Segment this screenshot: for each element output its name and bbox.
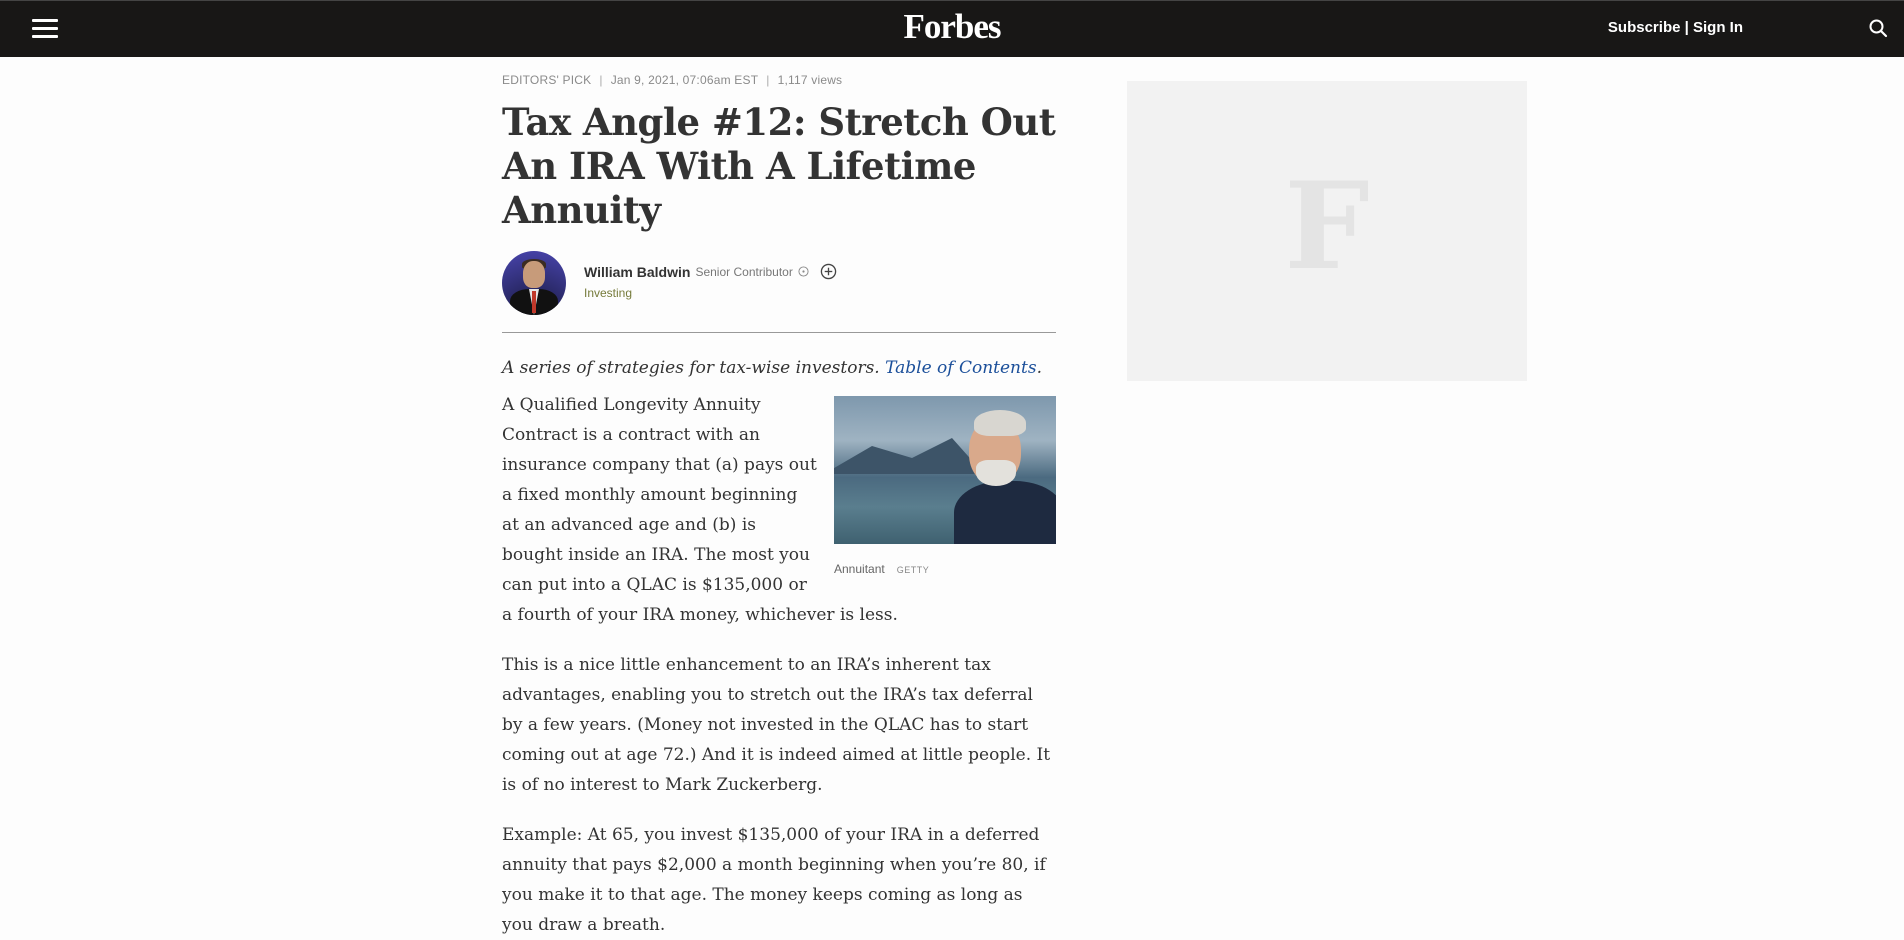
editors-pick-badge[interactable]: EDITORS' PICK	[502, 73, 591, 87]
subscribe-link[interactable]: Subscribe	[1608, 19, 1681, 36]
table-of-contents-link[interactable]: Table of Contents	[885, 358, 1036, 378]
logo-text[interactable]: Forbes	[903, 7, 1001, 46]
view-count: 1,117 views	[777, 73, 843, 87]
author-role: Senior Contributor	[695, 264, 793, 279]
ad-placeholder-logo: F	[1284, 155, 1370, 297]
article: EDITORS' PICK | Jan 9, 2021, 07:06am EST…	[502, 57, 1056, 940]
caption-text: Annuitant	[834, 562, 885, 576]
meta-separator: |	[599, 73, 603, 87]
top-navigation-bar: Forbes Subscribe | Sign In	[0, 0, 1904, 57]
advertisement-placeholder[interactable]: F	[1127, 81, 1527, 381]
sign-in-link[interactable]: Sign In	[1693, 19, 1743, 36]
annuitant-photo[interactable]	[834, 396, 1056, 544]
article-meta: EDITORS' PICK | Jan 9, 2021, 07:06am EST…	[502, 73, 1056, 87]
paragraph: This is a nice little enhancement to an …	[502, 655, 1051, 795]
info-icon[interactable]	[798, 266, 809, 277]
intro-end: .	[1036, 358, 1042, 378]
article-title: Tax Angle #12: Stretch Out An IRA With A…	[502, 100, 1056, 232]
author-byline: William Baldwin Senior Contributor Inves…	[502, 251, 1056, 317]
menu-icon[interactable]	[32, 19, 58, 39]
meta-separator: |	[766, 73, 770, 87]
figure-caption: Annuitant GETTY	[834, 554, 1056, 585]
author-info: William Baldwin Senior Contributor Inves…	[584, 263, 837, 300]
article-figure: Annuitant GETTY	[834, 396, 1056, 585]
search-icon[interactable]	[1868, 18, 1888, 38]
account-separator: |	[1684, 19, 1689, 36]
account-links: Subscribe | Sign In	[1608, 19, 1743, 36]
first-paragraph-block: Annuitant GETTY A Qualified Longevity An…	[502, 390, 1056, 630]
publish-date: Jan 9, 2021, 07:06am EST	[610, 73, 759, 87]
photo-credit: GETTY	[896, 565, 930, 575]
paragraph: Example: At 65, you invest $135,000 of y…	[502, 825, 1046, 935]
author-avatar[interactable]	[502, 251, 566, 315]
series-intro: A series of strategies for tax-wise inve…	[502, 356, 1056, 380]
follow-plus-icon[interactable]	[820, 263, 837, 280]
byline-divider	[502, 332, 1056, 333]
author-name[interactable]: William Baldwin	[584, 264, 690, 280]
channel-link[interactable]: Investing	[584, 286, 837, 300]
intro-text: A series of strategies for tax-wise inve…	[502, 358, 886, 378]
